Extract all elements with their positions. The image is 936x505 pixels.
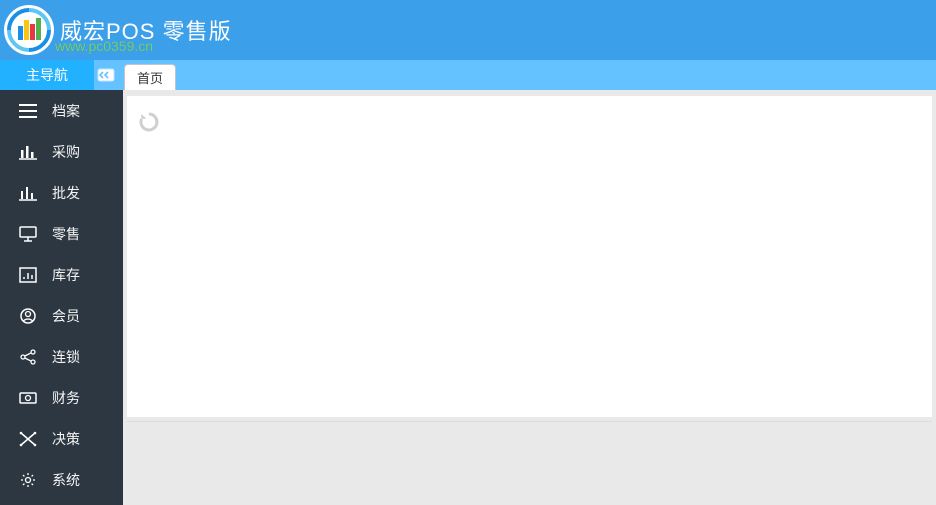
sidebar-item-label: 采购 <box>52 142 123 162</box>
collapse-sidebar-button[interactable] <box>94 60 118 90</box>
bars2-icon <box>18 183 38 203</box>
tab-home[interactable]: 首页 <box>124 64 176 90</box>
share-icon <box>18 347 38 367</box>
sidebar-item-finance[interactable]: 财务 <box>0 377 123 418</box>
sidebar-item-system[interactable]: 系统 <box>0 459 123 500</box>
sidebar-item-label: 库存 <box>52 265 123 285</box>
app-header: 威宏POS 零售版 www.pc0359.cn <box>0 0 936 60</box>
content-footer <box>127 421 932 501</box>
nav-bar: 主导航 首页 <box>0 60 936 90</box>
money-icon <box>18 388 38 408</box>
watermark-text: www.pc0359.cn <box>55 38 153 54</box>
sidebar-item-retail[interactable]: 零售 <box>0 213 123 254</box>
sidebar-item-chain[interactable]: 连锁 <box>0 336 123 377</box>
gear-icon <box>18 470 38 490</box>
refresh-icon <box>138 111 160 133</box>
sidebar-item-label: 零售 <box>52 224 123 244</box>
sidebar-item-purchase[interactable]: 采购 <box>0 131 123 172</box>
sidebar-item-wholesale[interactable]: 批发 <box>0 172 123 213</box>
app-logo <box>4 5 54 55</box>
monitor-icon <box>18 224 38 244</box>
chart-icon <box>18 265 38 285</box>
sidebar-item-inventory[interactable]: 库存 <box>0 254 123 295</box>
main-nav-label: 主导航 <box>0 60 94 90</box>
cross-icon <box>18 429 38 449</box>
sidebar-item-label: 系统 <box>52 470 123 490</box>
sidebar-item-decision[interactable]: 决策 <box>0 418 123 459</box>
refresh-button[interactable] <box>138 111 160 138</box>
sidebar-item-member[interactable]: 会员 <box>0 295 123 336</box>
content-area <box>123 90 936 505</box>
user-icon <box>18 306 38 326</box>
collapse-icon <box>97 68 115 82</box>
sidebar-item-label: 批发 <box>52 183 123 203</box>
bars-icon <box>18 142 38 162</box>
sidebar-item-label: 财务 <box>52 388 123 408</box>
sidebar-item-label: 档案 <box>52 101 123 121</box>
sidebar-item-label: 决策 <box>52 429 123 449</box>
sidebar: 档案 采购 批发 零售 库存 <box>0 90 123 505</box>
content-panel <box>127 96 932 417</box>
tab-label: 首页 <box>137 68 163 87</box>
sidebar-item-label: 连锁 <box>52 347 123 367</box>
lines-icon <box>18 101 38 121</box>
sidebar-item-archive[interactable]: 档案 <box>0 90 123 131</box>
sidebar-item-label: 会员 <box>52 306 123 326</box>
